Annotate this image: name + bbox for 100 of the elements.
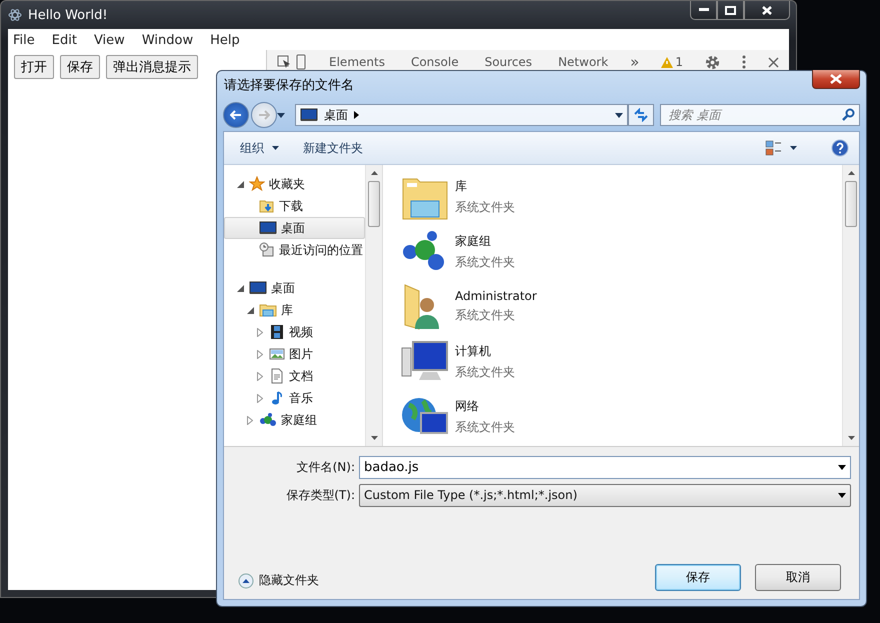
minimize-button[interactable]	[690, 1, 717, 20]
file-name[interactable]: 库	[455, 178, 515, 194]
close-icon	[830, 74, 842, 84]
file-type: 系统文件夹	[455, 254, 515, 270]
scroll-thumb[interactable]	[845, 181, 857, 227]
refresh-icon	[632, 108, 649, 122]
app-button[interactable]: 打开	[14, 55, 54, 79]
help-icon[interactable]	[831, 139, 849, 157]
up-arrow-icon[interactable]	[370, 171, 378, 175]
devtools-tab[interactable]: Network	[558, 55, 608, 69]
warning-icon	[661, 56, 674, 68]
minimize-icon	[698, 8, 708, 12]
up-arrow-icon[interactable]	[848, 171, 854, 175]
tree-item[interactable]: 最近访问的位置	[224, 239, 365, 261]
forward-button[interactable]	[251, 102, 277, 128]
tree-item[interactable]: 桌面	[224, 277, 365, 299]
expanded-arrow-icon[interactable]	[236, 180, 244, 188]
new-folder-button[interactable]: 新建文件夹	[297, 136, 369, 160]
expanded-arrow-icon[interactable]	[246, 306, 254, 314]
tree-item[interactable]: 下载	[224, 195, 365, 217]
scroll-thumb[interactable]	[368, 181, 380, 227]
refresh-button[interactable]	[628, 104, 654, 126]
menu-item[interactable]: Edit	[52, 33, 77, 48]
app-button[interactable]: 保存	[60, 55, 100, 79]
more-options-icon[interactable]	[742, 55, 746, 69]
file-name[interactable]: 网络	[455, 398, 515, 414]
chevron-right-icon[interactable]	[354, 111, 359, 119]
devtools-tab[interactable]: Sources	[484, 55, 532, 69]
organize-button[interactable]: 组织	[234, 136, 285, 160]
down-arrow-icon[interactable]	[370, 436, 378, 440]
search-icon[interactable]	[842, 108, 855, 121]
monitor-icon	[300, 107, 318, 123]
folder-arrow-icon	[259, 198, 275, 214]
cursor-select-icon[interactable]	[277, 54, 308, 70]
clock-computer-icon	[259, 242, 275, 258]
file-name[interactable]: 家庭组	[455, 232, 515, 250]
menu-item[interactable]: File	[13, 33, 35, 48]
tree-item[interactable]: 图片	[224, 343, 365, 365]
hide-folders-button[interactable]: 隐藏文件夹	[234, 572, 319, 591]
caret-icon	[838, 492, 846, 498]
close-icon[interactable]	[768, 56, 779, 68]
caret-icon	[272, 146, 279, 150]
menu-item[interactable]: View	[94, 33, 125, 48]
maximize-icon	[725, 6, 736, 14]
collapsed-arrow-icon[interactable]	[247, 416, 253, 424]
file-type: 系统文件夹	[455, 418, 515, 436]
down-arrow-icon[interactable]	[848, 436, 854, 440]
search-field[interactable]: 搜索 桌面	[660, 104, 860, 126]
dialog-button[interactable]: 保存	[655, 564, 741, 591]
app-button[interactable]: 弹出消息提示	[106, 55, 198, 79]
file-type: 系统文件夹	[455, 364, 515, 380]
tree-item[interactable]: 桌面	[224, 217, 365, 239]
close-icon	[762, 6, 772, 14]
window-title: Hello World!	[28, 8, 108, 22]
collapsed-arrow-icon[interactable]	[257, 328, 263, 336]
caret-icon[interactable]	[277, 112, 285, 118]
close-button[interactable]	[744, 1, 790, 20]
atom-icon	[8, 8, 22, 22]
film-icon	[269, 324, 285, 340]
address-bar[interactable]: 桌面	[295, 104, 628, 126]
spheres-icon	[259, 412, 277, 428]
collapsed-arrow-icon[interactable]	[257, 372, 263, 380]
star-icon	[249, 176, 265, 192]
field-label: 文件名(N):	[296, 458, 356, 476]
tree-item[interactable]: 音乐	[224, 387, 365, 409]
file-type: 系统文件夹	[455, 198, 515, 216]
caret-icon[interactable]	[614, 112, 623, 118]
dialog-title: 请选择要保存的文件名	[224, 77, 354, 94]
devtools-tab[interactable]: Console	[410, 55, 459, 69]
file-name[interactable]: 计算机	[455, 342, 515, 360]
maximize-button[interactable]	[717, 1, 744, 20]
overflow-chevron[interactable]: »	[630, 53, 640, 71]
expanded-arrow-icon[interactable]	[236, 284, 244, 292]
menu-item[interactable]: Help	[210, 33, 240, 48]
caret-icon[interactable]	[838, 464, 846, 470]
document-icon	[269, 368, 285, 384]
tree-item[interactable]: 视频	[224, 321, 365, 343]
menu-item[interactable]: Window	[142, 33, 194, 48]
tree-item[interactable]: 家庭组	[224, 409, 365, 431]
tree-item[interactable]: 文档	[224, 365, 365, 387]
settings-icon[interactable]	[705, 54, 720, 70]
back-button[interactable]	[223, 102, 249, 128]
collapsed-arrow-icon[interactable]	[257, 350, 263, 358]
field-label: 保存类型(T):	[285, 486, 356, 504]
filename-field[interactable]: badao.js	[359, 456, 851, 478]
view-options-icon[interactable]	[765, 140, 797, 156]
collapsed-arrow-icon[interactable]	[257, 394, 263, 402]
chevron-up-icon	[238, 572, 254, 588]
left-arrow-icon	[230, 110, 242, 120]
tree-item[interactable]: 收藏夹	[224, 173, 365, 195]
devtools-tab[interactable]: Elements	[329, 55, 385, 69]
file-type-dropdown[interactable]: Custom File Type (*.js;*.html;*.json)	[359, 484, 851, 506]
dialog-button[interactable]: 取消	[755, 564, 841, 591]
tree-item[interactable]: 库	[224, 299, 365, 321]
picture-icon	[269, 346, 285, 362]
file-name[interactable]: Administrator	[455, 289, 537, 303]
library-folder-icon	[259, 302, 277, 318]
close-button[interactable]	[812, 70, 860, 89]
warning-count: 1	[675, 55, 683, 69]
file-type: 系统文件夹	[455, 307, 516, 324]
